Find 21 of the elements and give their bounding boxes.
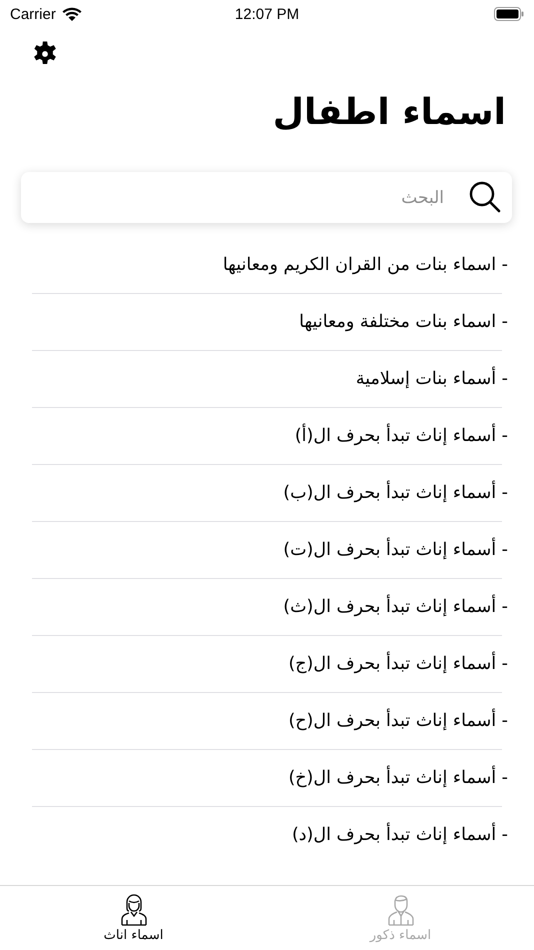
carrier-name: Carrier [10,6,56,22]
list-item[interactable]: - أسماء إناث تبدأ بحرف ال(ث) [283,597,508,617]
search-field[interactable]: البحث [21,172,512,223]
list-item[interactable]: - اسماء بنات مختلفة ومعانيها [299,312,508,332]
tab[interactable]: اسماء اناث [0,886,267,950]
list-item[interactable]: - أسماء إناث تبدأ بحرف ال(خ) [288,768,508,788]
list-item[interactable]: - أسماء بنات إسلامية [356,369,508,389]
page-title: اسماء اطفال [272,91,507,135]
list-item[interactable]: - أسماء إناث تبدأ بحرف ال(ت) [283,540,508,560]
wifi-icon [62,7,82,21]
list-item[interactable]: - اسماء بنات من القران الكريم ومعانيها [222,255,508,275]
list-item[interactable]: - أسماء إناث تبدأ بحرف ال(ب) [283,483,508,503]
list-item[interactable]: - أسماء إناث تبدأ بحرف ال(ح) [288,711,508,731]
clock-time: 12:07 PM [234,6,300,22]
list-item[interactable]: - أسماء إناث تبدأ بحرف ال(أ) [294,426,508,446]
man-icon [388,894,414,926]
battery-icon [494,7,524,21]
list-item[interactable]: - أسماء إناث تبدأ بحرف ال(ج) [288,654,508,674]
search-icon [468,180,502,214]
woman-icon [120,894,146,926]
list-item[interactable]: - أسماء إناث تبدأ بحرف ال(د) [292,825,508,845]
